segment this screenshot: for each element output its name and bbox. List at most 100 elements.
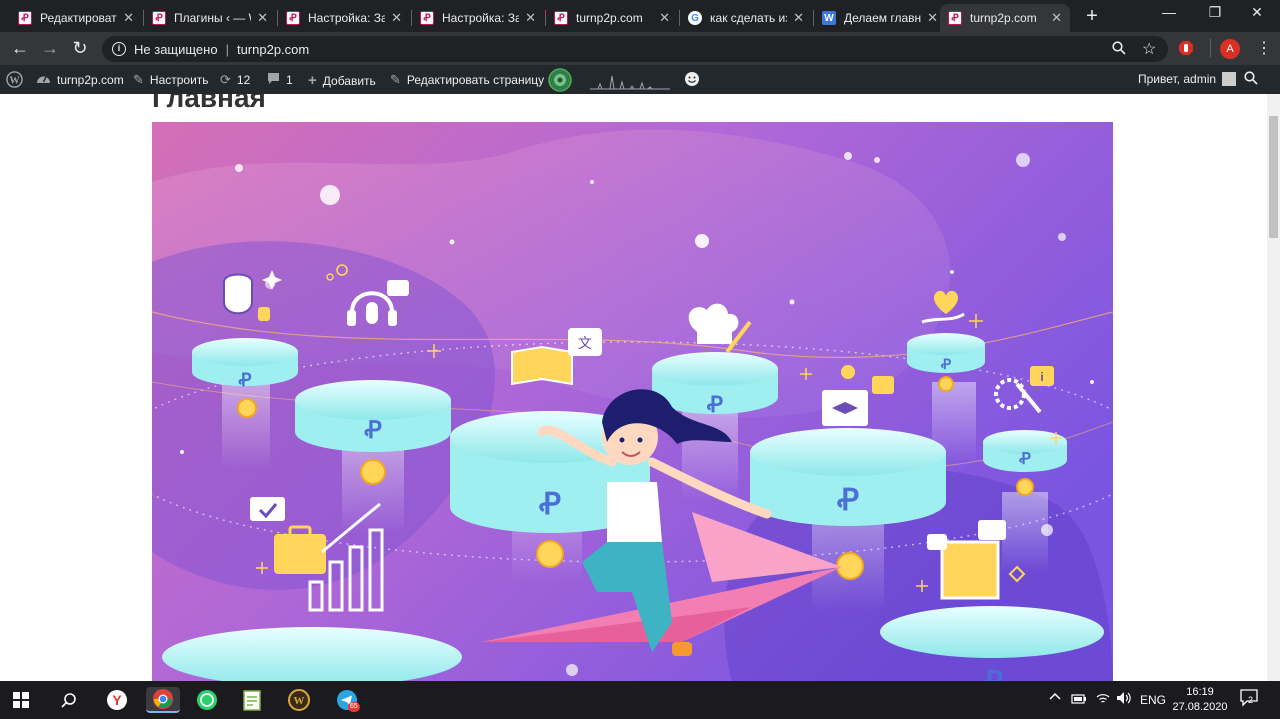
svg-text:i: i (1040, 370, 1043, 384)
telegram-unread-badge: 65 (348, 702, 360, 712)
address-bar[interactable]: i Не защищено | turnp2p.com (102, 36, 1168, 62)
tab-title: Делаем главн (844, 11, 922, 25)
turnp2p-favicon-icon: Ꝓ (286, 11, 300, 25)
edit-page-label: Редактировать страницу (406, 73, 545, 87)
profile-avatar[interactable]: A (1220, 39, 1240, 59)
reload-icon[interactable]: ↻ (69, 38, 91, 58)
updates-icon: ⟳ (220, 72, 231, 87)
tab-3[interactable]: Ꝓ Настройка: За ✕ (278, 4, 410, 32)
notification-count: 2 (1248, 695, 1254, 705)
wordpress-logo-icon[interactable]: W (6, 71, 23, 88)
tab-8-active[interactable]: Ꝓ turnp2p.com ✕ (940, 4, 1070, 32)
adblock-extension-icon[interactable] (1178, 40, 1194, 59)
svg-text:Y: Y (112, 692, 122, 708)
close-window-button[interactable]: ✕ (1234, 4, 1280, 26)
zoom-search-icon[interactable] (1112, 41, 1126, 58)
tab-title: turnp2p.com (970, 11, 1037, 25)
wordpress-favicon-icon: W (822, 11, 836, 25)
wifi-icon[interactable] (1096, 693, 1110, 708)
url-text[interactable]: turnp2p.com (237, 42, 309, 57)
tab-4[interactable]: Ꝓ Настройка: За ✕ (412, 4, 544, 32)
windows-taskbar: Y W 65 ENG 16:19 27.08.2020 2 (0, 681, 1280, 719)
notepad-plus-icon[interactable] (240, 687, 266, 713)
tab-title: turnp2p.com (576, 11, 643, 25)
yandex-browser-icon[interactable]: Y (104, 687, 130, 713)
customize-label: Настроить (149, 73, 209, 87)
chrome-taskbar-icon[interactable] (146, 687, 180, 713)
turnp2p-favicon-icon: Ꝓ (554, 11, 568, 25)
menu-kebab-icon[interactable]: ⋮ (1256, 38, 1272, 58)
scrollbar-thumb[interactable] (1269, 116, 1278, 238)
tab-title: Плагины ‹ — W (174, 11, 251, 25)
back-icon[interactable]: ← (9, 38, 31, 58)
tab-title: Настройка: За (308, 11, 386, 25)
forward-icon[interactable]: → (39, 38, 61, 58)
svg-text:Ꝓ: Ꝓ (238, 370, 251, 390)
info-icon[interactable]: i (112, 42, 126, 56)
tab-title: Редактировать (40, 11, 118, 25)
tab-title: Настройка: За (442, 11, 520, 25)
telegram-icon[interactable]: 65 (334, 687, 360, 713)
battery-icon[interactable] (1071, 693, 1087, 708)
new-tab-button[interactable]: + (1083, 5, 1101, 28)
security-label[interactable]: Не защищено (134, 42, 218, 57)
svg-text:W: W (9, 75, 20, 86)
add-new-label: Добавить (322, 73, 376, 88)
greeting-label: Привет, admin (1138, 72, 1217, 86)
svg-text:Ꝓ: Ꝓ (1019, 451, 1031, 468)
whatsapp-icon[interactable] (194, 687, 220, 713)
bookmark-star-icon[interactable]: ☆ (1142, 39, 1156, 59)
input-language-indicator[interactable]: ENG (1140, 693, 1166, 707)
notification-center-icon[interactable]: 2 (1240, 689, 1260, 710)
site-name-link[interactable]: turnp2p.com (36, 72, 124, 88)
start-button[interactable] (8, 687, 34, 713)
close-tab-icon[interactable]: ✕ (793, 10, 804, 26)
wp-admin-bar: W turnp2p.com ✎ Настроить ⟳ 12 1 + Добав… (0, 65, 1280, 94)
close-tab-icon[interactable]: ✕ (927, 10, 938, 26)
turnp2p-favicon-icon: Ꝓ (948, 11, 962, 25)
clock-date: 27.08.2020 (1172, 701, 1228, 713)
svg-text:文: 文 (578, 336, 592, 352)
page-title: Главная (152, 94, 266, 113)
query-monitor-sparkline[interactable] (590, 72, 670, 90)
system-clock[interactable]: 16:19 27.08.2020 (1170, 685, 1230, 715)
tab-2[interactable]: Ꝓ Плагины ‹ — W ✕ (144, 4, 276, 32)
page-content: Главная Ꝓ Ꝓ Ꝓ Ꝓ Ꝓ Ꝓ Ꝓ 文 i (0, 94, 1267, 681)
edit-page-link[interactable]: ✎ Редактировать страницу (390, 72, 544, 88)
tab-6[interactable]: G как сделать из ✕ (680, 4, 812, 32)
restore-button[interactable]: ❐ (1192, 4, 1238, 26)
my-account-link[interactable]: Привет, admin (1138, 72, 1237, 86)
add-new-link[interactable]: + Добавить (308, 72, 376, 89)
minimize-button[interactable]: — (1146, 4, 1192, 26)
customize-link[interactable]: ✎ Настроить (133, 72, 209, 88)
close-tab-icon[interactable]: ✕ (123, 10, 134, 26)
google-favicon-icon: G (688, 11, 702, 25)
svg-text:Ꝓ: Ꝓ (539, 488, 561, 521)
plus-icon: + (308, 72, 317, 89)
close-tab-icon[interactable]: ✕ (257, 10, 268, 26)
svg-text:Ꝓ: Ꝓ (981, 666, 1003, 681)
tab-1[interactable]: Ꝓ Редактировать ✕ (10, 4, 142, 32)
brush-icon: ✎ (133, 72, 144, 87)
smiley-icon[interactable] (684, 71, 700, 87)
clock-time: 16:19 (1186, 686, 1214, 698)
show-hidden-icons-chevron-icon[interactable] (1049, 691, 1061, 706)
plugin-status-icon[interactable] (548, 68, 572, 92)
tab-strip: Ꝓ Редактировать ✕ Ꝓ Плагины ‹ — W ✕ Ꝓ На… (0, 0, 1280, 32)
svg-text:Ꝓ: Ꝓ (364, 417, 382, 444)
close-tab-icon[interactable]: ✕ (1051, 10, 1062, 26)
tab-7[interactable]: W Делаем главн ✕ (814, 4, 946, 32)
close-tab-icon[interactable]: ✕ (525, 10, 536, 26)
close-tab-icon[interactable]: ✕ (659, 10, 670, 26)
search-icon[interactable] (56, 687, 82, 713)
svg-text:Ꝓ: Ꝓ (941, 356, 952, 372)
comments-link[interactable]: 1 (267, 72, 293, 88)
game-launcher-icon[interactable]: W (286, 687, 312, 713)
admin-search-icon[interactable] (1244, 71, 1258, 85)
updates-link[interactable]: ⟳ 12 (220, 72, 250, 88)
volume-icon[interactable] (1116, 691, 1132, 708)
user-avatar-icon (1222, 72, 1237, 86)
tab-5[interactable]: Ꝓ turnp2p.com ✕ (546, 4, 678, 32)
close-tab-icon[interactable]: ✕ (391, 10, 402, 26)
comments-count: 1 (286, 73, 293, 87)
